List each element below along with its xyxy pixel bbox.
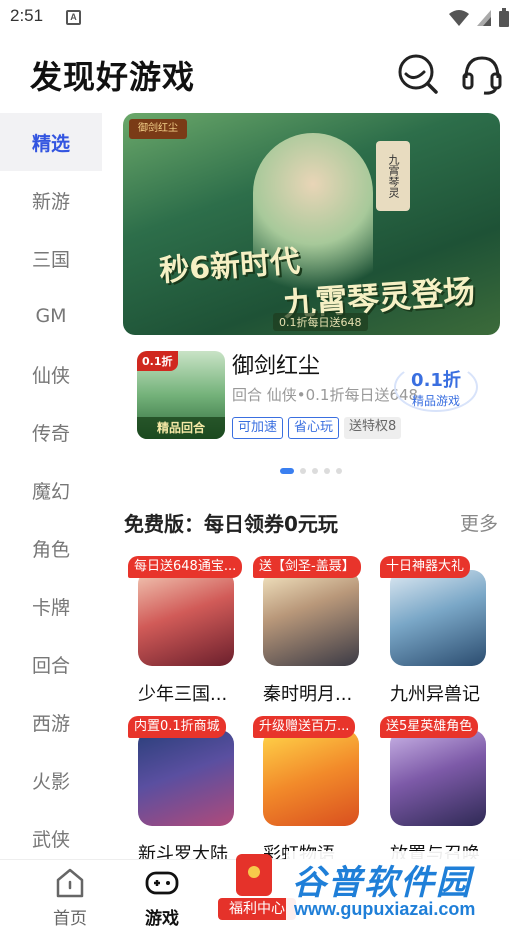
tag-privilege: 送特权8 — [344, 417, 402, 439]
nav-games[interactable]: 游戏 — [122, 866, 202, 929]
watermark-logo: 谷普软件园 — [292, 863, 472, 903]
sidebar-item-new[interactable]: 新游 — [0, 171, 102, 229]
signal-icon — [477, 10, 491, 26]
game-ribbon: 十日神器大礼 — [380, 556, 471, 578]
welfare-label: 福利中心 — [218, 898, 296, 920]
carousel-dot[interactable] — [300, 468, 306, 474]
tag-easy-play: 省心玩 — [288, 417, 340, 439]
game-ribbon: 升级赠送百万... — [253, 716, 356, 738]
section-title: 免费版：每日领券0元玩 — [124, 512, 338, 536]
banner-subtitle: 0.1折每日送648 — [273, 313, 368, 331]
welfare-center-button[interactable]: 福利中心 — [214, 852, 296, 922]
search-icon[interactable] — [396, 52, 440, 96]
game-ribbon: 送5星英雄角色 — [380, 716, 479, 738]
sidebar-item-legend[interactable]: 传奇 — [0, 403, 102, 461]
banner-game-logo: 御剑红尘 — [129, 119, 187, 139]
game-icon — [390, 570, 486, 666]
discount-badge: 0.1折 精品游戏 — [388, 362, 484, 414]
featured-game-name[interactable]: 御剑红尘 — [232, 348, 320, 380]
game-name: 少年三国... — [138, 684, 228, 705]
sidebar-item-three-kingdoms[interactable]: 三国 — [0, 229, 102, 287]
game-name: 秦时明月... — [263, 684, 353, 705]
carousel-dot[interactable] — [336, 468, 342, 474]
carousel-indicator — [280, 468, 342, 474]
more-link[interactable]: 更多 — [460, 509, 498, 536]
game-ribbon: 每日送648通宝... — [128, 556, 243, 578]
featured-game-icon[interactable]: 0.1折 精品回合 — [137, 351, 225, 439]
game-card[interactable]: 十日神器大礼 九州异兽记 — [376, 556, 496, 716]
status-time: 2:51 — [10, 6, 44, 25]
sidebar-item-rpg[interactable]: 角色 — [0, 519, 102, 577]
nav-games-label: 游戏 — [145, 909, 179, 929]
nav-home-label: 首页 — [53, 909, 87, 929]
wifi-icon — [449, 10, 469, 26]
sidebar-item-gm[interactable]: GM — [0, 287, 102, 345]
sidebar-item-xianxia[interactable]: 仙侠 — [0, 345, 102, 403]
game-icon — [138, 730, 234, 826]
carousel-dot[interactable] — [324, 468, 330, 474]
red-envelope-icon — [236, 854, 272, 896]
status-icons — [448, 8, 510, 28]
game-card[interactable]: 送【剑圣-盖聂】 秦时明月... — [249, 556, 369, 716]
headset-icon[interactable] — [460, 52, 504, 96]
category-sidebar: 精选 新游 三国 GM 仙侠 传奇 魔幻 角色 卡牌 回合 西游 火影 武侠 — [0, 113, 102, 859]
sidebar-item-card[interactable]: 卡牌 — [0, 577, 102, 635]
promo-banner[interactable]: 御剑红尘 九霄琴灵 秒6新时代 九霄琴灵登场 0.1折每日送648 — [123, 113, 500, 335]
game-name: 九州异兽记 — [390, 684, 480, 705]
gamepad-icon — [145, 871, 179, 895]
game-ribbon: 送【剑圣-盖聂】 — [253, 556, 361, 578]
game-icon — [138, 570, 234, 666]
featured-icon-discount: 0.1折 — [137, 351, 178, 371]
sidebar-item-fantasy[interactable]: 魔幻 — [0, 461, 102, 519]
carousel-dot[interactable] — [312, 468, 318, 474]
carousel-dot[interactable] — [280, 468, 294, 474]
featured-icon-strip: 精品回合 — [137, 417, 225, 439]
sidebar-item-featured[interactable]: 精选 — [0, 113, 102, 171]
game-card[interactable]: 每日送648通宝... 少年三国... — [124, 556, 244, 716]
tag-accelerate: 可加速 — [232, 417, 284, 439]
game-ribbon: 内置0.1折商城 — [128, 716, 226, 738]
watermark: 谷普软件园 www.gupuxiazai.com — [286, 851, 522, 929]
game-icon — [263, 570, 359, 666]
sidebar-item-journey-west[interactable]: 西游 — [0, 693, 102, 751]
battery-icon — [499, 8, 509, 27]
page-title: 发现好游戏 — [30, 58, 196, 96]
banner-scroll-tag: 九霄琴灵 — [376, 141, 410, 211]
sidebar-item-naruto[interactable]: 火影 — [0, 751, 102, 809]
game-icon — [390, 730, 486, 826]
nav-home[interactable]: 首页 — [30, 866, 110, 929]
featured-game-tags: 可加速 省心玩 送特权8 — [232, 417, 402, 439]
home-icon — [56, 868, 84, 898]
game-icon — [263, 730, 359, 826]
wreath-icon — [394, 362, 478, 412]
sidebar-item-turn-based[interactable]: 回合 — [0, 635, 102, 693]
watermark-url: www.gupuxiazai.com — [294, 899, 476, 919]
notification-icon: A — [66, 10, 81, 25]
status-bar: 2:51 A — [0, 0, 522, 36]
